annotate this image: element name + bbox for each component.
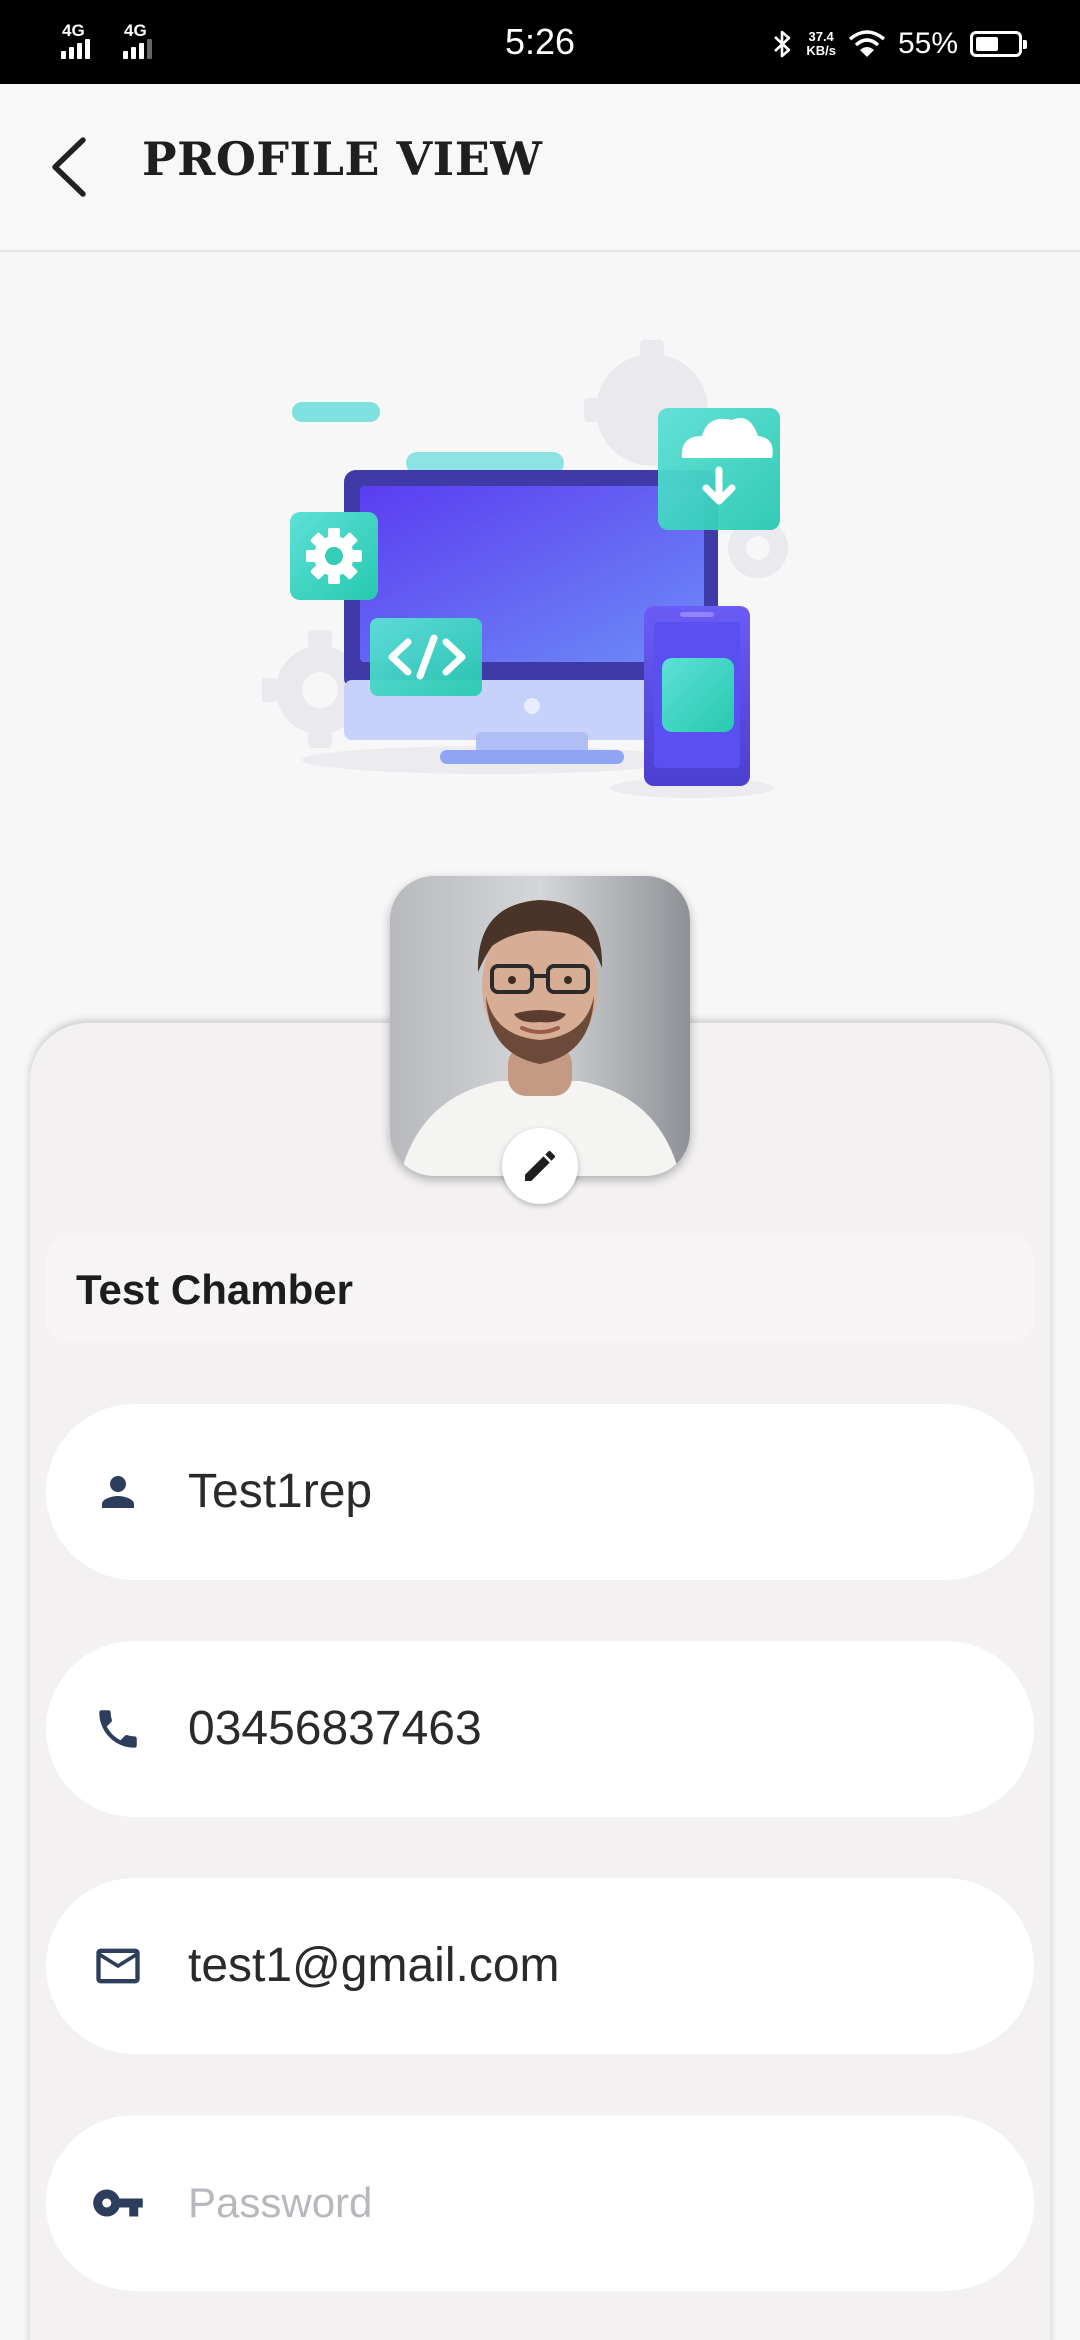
key-icon xyxy=(88,2173,148,2233)
network-speed-unit: KB/s xyxy=(806,43,836,58)
battery-icon xyxy=(970,31,1027,57)
phone-icon xyxy=(88,1699,148,1759)
pencil-icon xyxy=(525,1150,556,1181)
network-speed-value: 37.4 xyxy=(808,29,834,44)
edit-avatar-button[interactable] xyxy=(502,1128,578,1204)
name-field[interactable]: Test1rep xyxy=(46,1404,1034,1580)
back-button[interactable] xyxy=(24,122,114,212)
status-bar: 4G 4G 5:26 37.4 KB/s 55% xyxy=(0,0,1080,84)
bluetooth-icon xyxy=(774,30,791,58)
battery-percent: 55% xyxy=(897,27,958,60)
arrow-back-icon xyxy=(52,137,86,197)
chamber-name: Test Chamber xyxy=(76,1266,353,1313)
app-bar: PROFILE VIEW xyxy=(0,84,1080,252)
name-value: Test1rep xyxy=(188,1465,373,1518)
email-value: test1@gmail.com xyxy=(188,1939,560,1992)
password-field[interactable]: Password xyxy=(46,2115,1034,2291)
page-title: PROFILE VIEW xyxy=(142,132,543,186)
network-speed: 37.4 KB/s xyxy=(806,30,836,58)
mail-icon xyxy=(88,1936,148,1996)
password-placeholder: Password xyxy=(188,2179,373,2226)
wifi-icon xyxy=(848,30,886,57)
person-icon xyxy=(88,1462,148,1522)
phone-value: 03456837463 xyxy=(188,1702,482,1755)
devices-illustration xyxy=(262,340,788,798)
chamber-name-box: Test Chamber xyxy=(46,1236,1034,1342)
email-field[interactable]: test1@gmail.com xyxy=(46,1878,1034,2054)
phone-field[interactable]: 03456837463 xyxy=(46,1641,1034,1817)
